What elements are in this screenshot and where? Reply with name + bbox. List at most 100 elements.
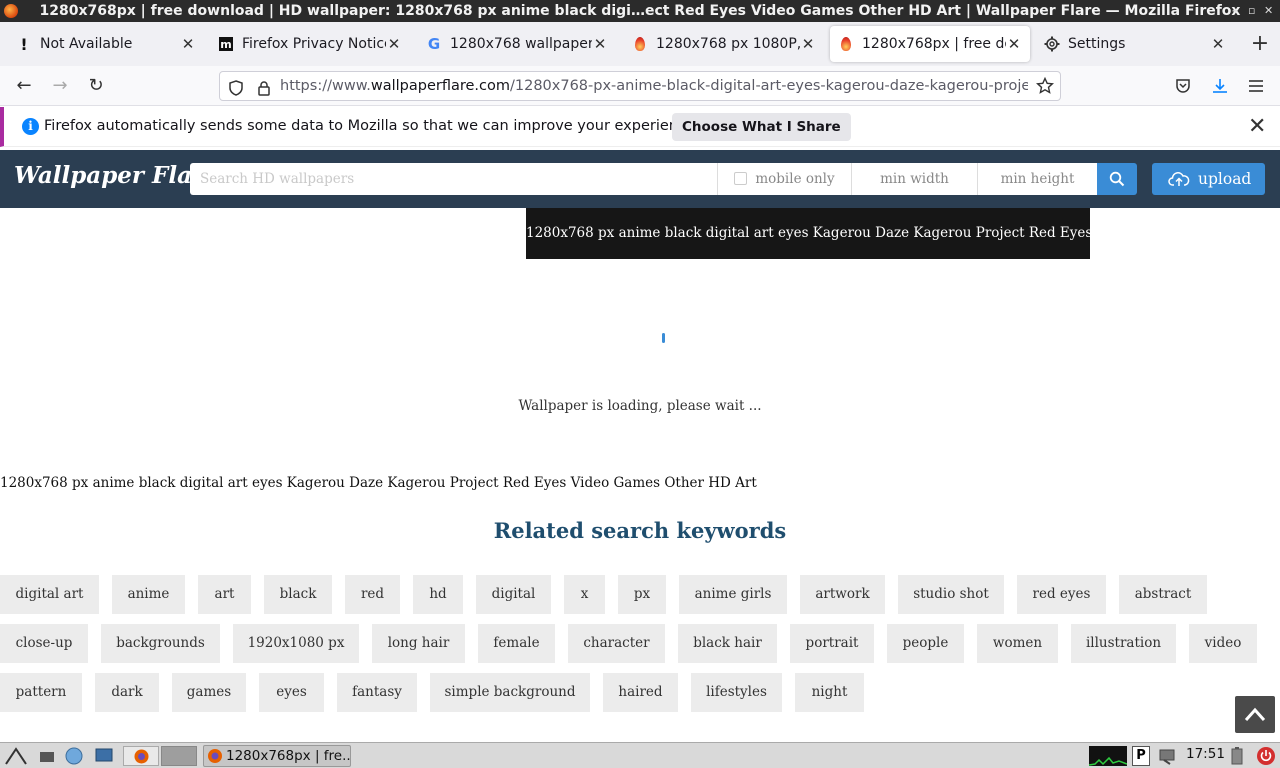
loading-message: Wallpaper is loading, please wait ... (518, 398, 762, 414)
download-icon[interactable] (1211, 77, 1229, 99)
window-titlebar: 1280x768px | free download | HD wallpape… (0, 0, 1280, 22)
hamburger-menu-icon[interactable] (1247, 78, 1265, 98)
keyword-tag[interactable]: female (478, 624, 555, 663)
mozilla-m-icon: m (219, 37, 233, 51)
tab-close-icon[interactable]: ✕ (592, 35, 608, 53)
firefox-launcher-icon[interactable] (123, 746, 159, 766)
keyword-tag[interactable]: dark (95, 673, 159, 712)
url-text[interactable]: https://www.wallpaperflare.com/1280x768-… (280, 72, 1028, 100)
keyword-tag[interactable]: night (795, 673, 864, 712)
site-logo[interactable]: Wallpaper Flare (14, 162, 219, 189)
tab-google-search[interactable]: G 1280x768 wallpapers ✕ (418, 26, 616, 62)
show-desktop-icon[interactable] (94, 746, 114, 766)
taskbar-firefox-window[interactable]: 1280x768px | fre... (203, 745, 351, 767)
keyword-tag[interactable]: pattern (0, 673, 82, 712)
tab-close-icon[interactable]: ✕ (1006, 35, 1022, 53)
keyword-tag[interactable]: simple background (430, 673, 590, 712)
keyword-tag[interactable]: character (568, 624, 665, 663)
keyword-tag[interactable]: fantasy (337, 673, 417, 712)
scroll-to-top-button[interactable] (1235, 696, 1275, 733)
shield-icon[interactable] (228, 78, 244, 96)
tab-wallpaperflare-active[interactable]: 1280x768px | free dov ✕ (830, 26, 1030, 62)
tab-title: Settings (1068, 36, 1126, 52)
mobile-only-label: mobile only (755, 171, 835, 187)
keyword-tag[interactable]: px (618, 575, 666, 614)
upload-button[interactable]: upload (1152, 163, 1265, 195)
clipboard-p-icon[interactable]: P (1132, 746, 1150, 766)
minimize-button[interactable]: – (1232, 0, 1238, 22)
keyword-tag[interactable]: digital (476, 575, 551, 614)
min-height-field[interactable]: min height (977, 163, 1097, 195)
loading-spinner-icon (662, 333, 665, 343)
back-button[interactable]: ← (12, 74, 36, 98)
network-icon[interactable] (1158, 746, 1178, 766)
reload-button[interactable]: ↻ (84, 74, 108, 98)
keyword-tag[interactable]: haired (603, 673, 678, 712)
mobile-only-filter[interactable]: mobile only (717, 163, 851, 195)
keyword-tag[interactable]: backgrounds (101, 624, 220, 663)
power-icon[interactable] (1256, 746, 1276, 766)
exclamation-icon: ! (20, 34, 28, 54)
tab-title: Not Available (40, 36, 133, 52)
search-icon (1109, 171, 1125, 187)
keyword-tag[interactable]: anime girls (679, 575, 787, 614)
firefox-icon (208, 749, 222, 763)
keyword-tag[interactable]: long hair (372, 624, 465, 663)
star-bookmark-icon[interactable] (1035, 76, 1055, 94)
battery-icon[interactable] (1228, 746, 1246, 766)
keyword-tag[interactable]: eyes (259, 673, 324, 712)
keyword-tag[interactable]: black hair (678, 624, 777, 663)
keyword-tag[interactable]: digital art (0, 575, 99, 614)
upload-label: upload (1198, 170, 1252, 188)
pocket-icon[interactable] (1175, 78, 1191, 98)
min-width-field[interactable]: min width (851, 163, 977, 195)
keyword-tag[interactable]: red eyes (1017, 575, 1106, 614)
start-menu-icon[interactable] (4, 746, 28, 766)
tab-close-icon[interactable]: ✕ (1210, 35, 1226, 53)
keyword-tag[interactable]: black (264, 575, 332, 614)
choose-what-i-share-button[interactable]: Choose What I Share (672, 113, 851, 141)
maximize-button[interactable]: ▫ (1248, 0, 1255, 22)
keyword-tag[interactable]: 1920x1080 px (233, 624, 359, 663)
keyword-tag[interactable]: red (345, 575, 400, 614)
keyword-tag[interactable]: women (977, 624, 1058, 663)
keyword-tag[interactable]: portrait (790, 624, 874, 663)
close-notification-icon[interactable]: ✕ (1248, 114, 1266, 139)
keyword-tag[interactable]: abstract (1119, 575, 1207, 614)
keyword-tag[interactable]: close-up (0, 624, 88, 663)
os-taskbar: 1280x768px | fre... P 17:51 (0, 742, 1280, 768)
keyword-tag[interactable]: people (887, 624, 964, 663)
keyword-tag[interactable]: artwork (800, 575, 885, 614)
search-input[interactable]: Search HD wallpapers (190, 163, 717, 195)
new-tab-button[interactable]: + (1249, 30, 1271, 58)
wallpaper-description: 1280x768 px anime black digital art eyes… (0, 475, 757, 491)
keyword-tag[interactable]: games (172, 673, 246, 712)
tab-not-available[interactable]: ! Not Available ✕ (8, 26, 204, 62)
firefox-app-icon (4, 4, 18, 18)
workspace-switcher[interactable] (161, 746, 197, 766)
keyword-tag[interactable]: anime (112, 575, 185, 614)
keyword-tag[interactable]: studio shot (898, 575, 1004, 614)
cloud-upload-icon (1168, 172, 1190, 186)
tab-close-icon[interactable]: ✕ (386, 35, 402, 53)
keyword-tag[interactable]: video (1189, 624, 1257, 663)
keyword-tag[interactable]: art (198, 575, 251, 614)
tab-close-icon[interactable]: ✕ (180, 35, 196, 53)
url-path: /1280x768-px-anime-black-digital-art-eye… (509, 78, 1028, 94)
mobile-only-checkbox[interactable] (734, 172, 748, 185)
tab-close-icon[interactable]: ✕ (800, 35, 816, 53)
keyword-tag[interactable]: lifestyles (691, 673, 782, 712)
url-bar[interactable]: https://www.wallpaperflare.com/1280x768-… (219, 71, 1061, 101)
close-window-button[interactable]: ✕ (1264, 0, 1273, 22)
keyword-tag[interactable]: hd (413, 575, 463, 614)
search-button[interactable] (1097, 163, 1137, 195)
web-browser-icon[interactable] (64, 746, 84, 766)
keyword-tag[interactable]: x (564, 575, 605, 614)
forward-button[interactable]: → (48, 74, 72, 98)
file-manager-icon[interactable] (38, 746, 56, 766)
tab-settings[interactable]: Settings ✕ (1036, 26, 1234, 62)
keyword-tag[interactable]: illustration (1071, 624, 1176, 663)
tab-firefox-privacy-notice[interactable]: m Firefox Privacy Notice ✕ (210, 26, 410, 62)
tab-wallpaperflare-list[interactable]: 1280x768 px 1080P, 2 ✕ (624, 26, 824, 62)
lock-icon[interactable] (256, 78, 272, 96)
